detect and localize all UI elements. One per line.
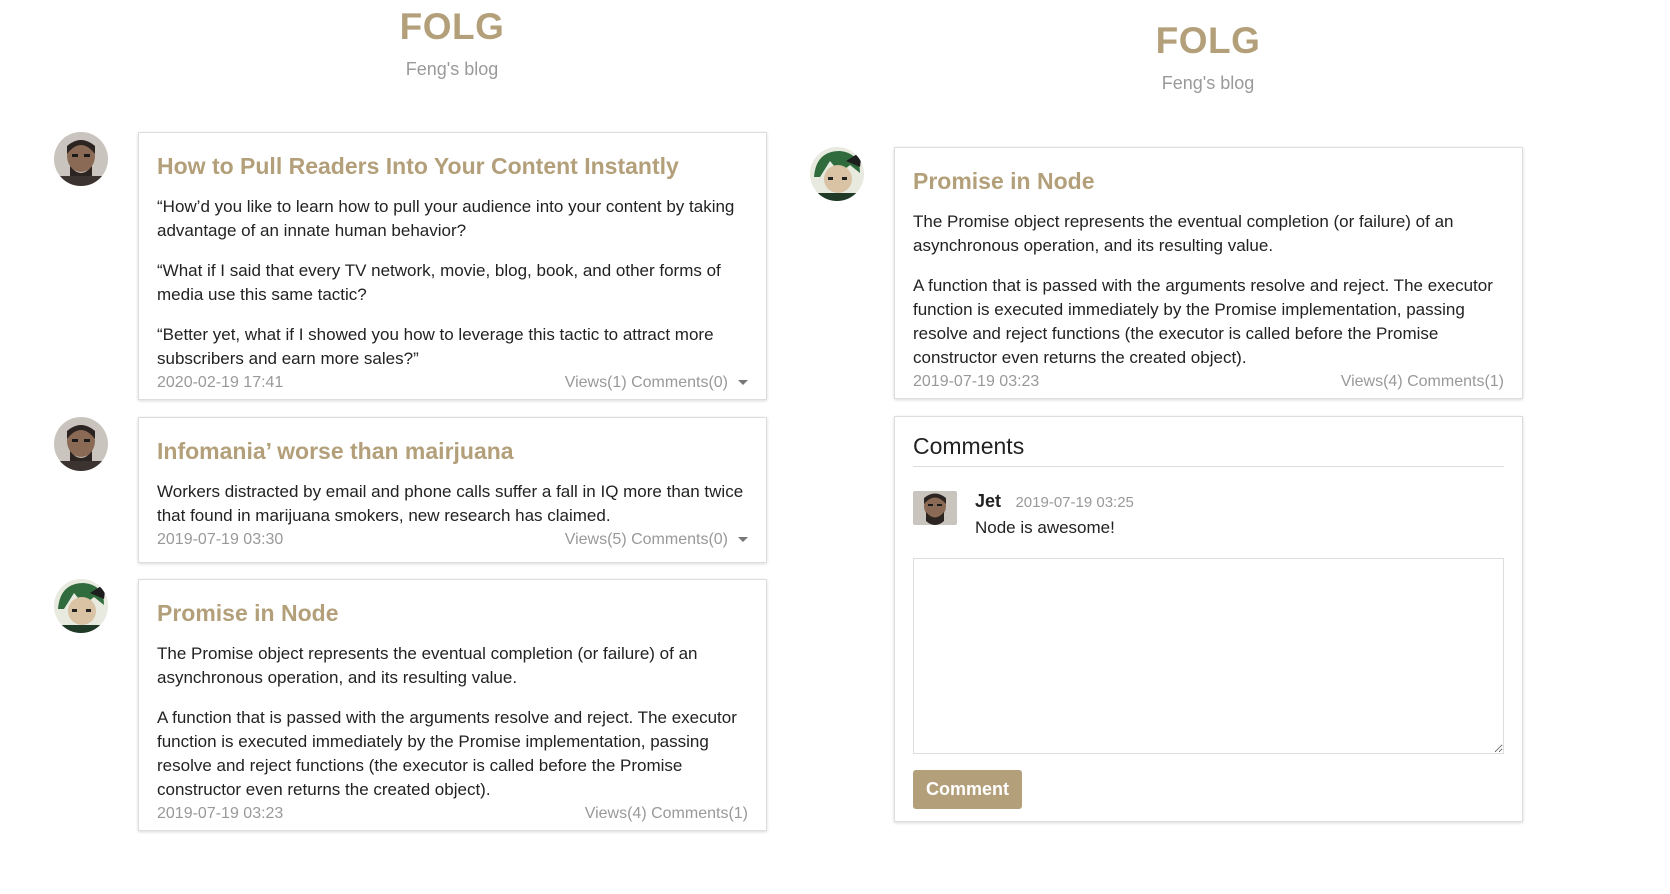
post-title[interactable]: Promise in Node <box>157 600 748 628</box>
post-paragraph: The Promise object represents the eventu… <box>157 643 698 687</box>
post-card: How to Pull Readers Into Your Content In… <box>138 132 767 400</box>
avatar-bald-man-icon <box>913 491 957 525</box>
post-meta: 2019-07-19 03:23 Views(4) Comments(1) <box>913 372 1504 392</box>
avatar-bald-man-icon <box>54 417 108 471</box>
commenter-name: Jet <box>975 491 1002 511</box>
avatar-green-hair-icon <box>810 147 864 201</box>
avatar-green-hair-icon <box>54 579 108 633</box>
avatar-bald-man-icon <box>54 132 108 186</box>
post-stats: Views(4) Comments(1) <box>1340 372 1504 390</box>
post-date: 2019-07-19 03:23 <box>913 372 1040 390</box>
site-logo[interactable]: FOLG <box>302 8 602 45</box>
site-subtitle: Feng's blog <box>405 59 499 79</box>
post-title[interactable]: Infomania’ worse than mairjuana <box>157 438 748 466</box>
comment-submit-button[interactable]: Comment <box>913 770 1023 809</box>
post-paragraph: The Promise object represents the eventu… <box>913 211 1454 255</box>
comment-textarea[interactable] <box>913 558 1504 754</box>
comment-text: Node is awesome! <box>975 518 1115 537</box>
post-title[interactable]: How to Pull Readers Into Your Content In… <box>157 153 748 181</box>
site-subtitle: Feng's blog <box>1161 73 1255 93</box>
commenter-avatar <box>913 491 957 525</box>
post-meta: 2019-07-19 03:30 Views(5) Comments(0) <box>157 530 748 550</box>
post-stats: Views(4) Comments(1) <box>584 804 748 822</box>
post-date: 2020-02-19 17:41 <box>157 373 284 391</box>
comments-heading: Comments <box>913 433 1504 467</box>
post-date: 2019-07-19 03:23 <box>157 804 284 822</box>
author-avatar[interactable] <box>810 147 864 201</box>
author-avatar[interactable] <box>54 132 108 186</box>
post-detail-card: Promise in Node The Promise object repre… <box>894 147 1523 399</box>
post-card: Infomania’ worse than mairjuana Workers … <box>138 417 767 563</box>
comment-time: 2019-07-19 03:25 <box>1015 494 1134 511</box>
comments-card: Comments Jet 2019-07-19 03:25 Node is aw… <box>894 416 1523 822</box>
post-paragraph: “Better yet, what if I showed you how to… <box>157 324 714 368</box>
site-brand: FOLG Feng's blog <box>1058 22 1358 94</box>
post-paragraph: Workers distracted by email and phone ca… <box>157 481 744 525</box>
post-meta: 2020-02-19 17:41 Views(1) Comments(0) <box>157 373 748 393</box>
comment-body: Jet 2019-07-19 03:25 Node is awesome! <box>975 491 1134 538</box>
post-paragraph: “What if I said that every TV network, m… <box>157 260 721 304</box>
post-stats: Views(1) Comments(0) <box>564 373 728 391</box>
author-avatar[interactable] <box>54 417 108 471</box>
post-paragraph: A function that is passed with the argum… <box>157 707 737 799</box>
post-title[interactable]: Promise in Node <box>913 168 1504 196</box>
comment-item: Jet 2019-07-19 03:25 Node is awesome! <box>913 491 1504 538</box>
post-stats-dropdown[interactable]: Views(5) Comments(0) <box>565 530 748 550</box>
caret-down-icon[interactable] <box>738 537 748 543</box>
post-stats: Views(5) Comments(0) <box>564 530 728 548</box>
site-brand: FOLG Feng's blog <box>302 8 602 80</box>
post-meta: 2019-07-19 03:23 Views(4) Comments(1) <box>157 804 748 824</box>
post-date: 2019-07-19 03:30 <box>157 530 284 548</box>
post-card: Promise in Node The Promise object repre… <box>138 579 767 831</box>
post-paragraph: “How’d you like to learn how to pull you… <box>157 196 735 240</box>
author-avatar[interactable] <box>54 579 108 633</box>
post-stats-dropdown[interactable]: Views(1) Comments(0) <box>565 373 748 393</box>
site-logo[interactable]: FOLG <box>1058 22 1358 59</box>
caret-down-icon[interactable] <box>738 380 748 386</box>
post-paragraph: A function that is passed with the argum… <box>913 275 1493 367</box>
